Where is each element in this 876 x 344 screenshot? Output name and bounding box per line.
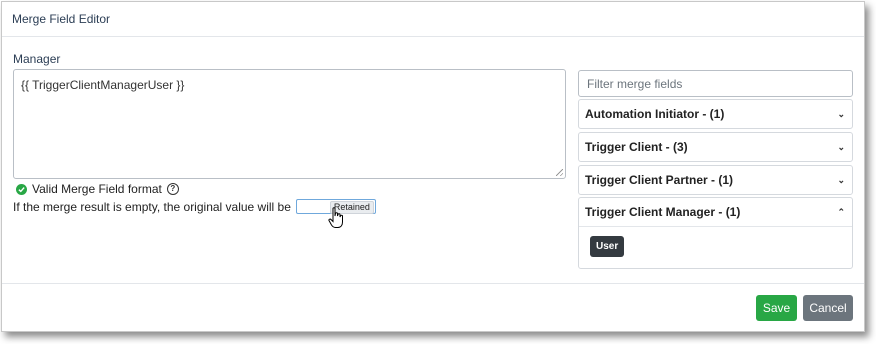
group-trigger-client-partner[interactable]: Trigger Client Partner - (1) ⌄ — [578, 165, 853, 195]
save-button[interactable]: Save — [756, 295, 797, 321]
validation-text: Valid Merge Field format — [32, 182, 162, 196]
validation-status: Valid Merge Field format ? — [16, 182, 179, 196]
cancel-button[interactable]: Cancel — [803, 295, 853, 321]
group-label: Trigger Client Partner - (1) — [585, 173, 734, 187]
field-label: Manager — [13, 52, 61, 66]
group-label: Trigger Client Manager - (1) — [585, 205, 741, 219]
group-label: Trigger Client - (3) — [585, 140, 688, 154]
group-automation-initiator[interactable]: Automation Initiator - (1) ⌄ — [578, 99, 853, 129]
dialog-header: Merge Field Editor — [2, 2, 864, 37]
filter-merge-fields-input[interactable] — [578, 70, 853, 97]
check-circle-icon — [16, 183, 27, 195]
group-trigger-client-manager[interactable]: Trigger Client Manager - (1) ⌃ User — [578, 197, 853, 269]
merge-field-editor-dialog: Merge Field Editor Manager {{ TriggerCli… — [1, 1, 865, 332]
empty-result-row: If the merge result is empty, the origin… — [13, 199, 376, 214]
chevron-down-icon: ⌄ — [837, 174, 845, 185]
group-header[interactable]: Trigger Client - (3) ⌄ — [579, 133, 852, 161]
dialog-footer — [2, 283, 864, 284]
editor-text: {{ TriggerClientManagerUser }} — [21, 78, 185, 92]
hand-cursor-icon — [328, 207, 343, 228]
group-header[interactable]: Automation Initiator - (1) ⌄ — [579, 100, 852, 128]
chevron-up-icon: ⌃ — [837, 206, 845, 217]
group-header[interactable]: Trigger Client Manager - (1) ⌃ — [579, 198, 852, 226]
dialog-title: Merge Field Editor — [12, 12, 111, 26]
group-trigger-client[interactable]: Trigger Client - (3) ⌄ — [578, 132, 853, 162]
resize-handle[interactable] — [556, 169, 563, 176]
help-icon[interactable]: ? — [166, 183, 179, 195]
empty-result-text: If the merge result is empty, the origin… — [13, 199, 291, 214]
group-header[interactable]: Trigger Client Partner - (1) ⌄ — [579, 166, 852, 194]
group-body: User — [579, 226, 852, 268]
chevron-down-icon: ⌄ — [837, 108, 845, 119]
group-label: Automation Initiator - (1) — [585, 107, 725, 121]
chevron-down-icon: ⌄ — [837, 141, 845, 152]
merge-field-editor[interactable]: {{ TriggerClientManagerUser }} — [13, 69, 566, 179]
merge-field-user-button[interactable]: User — [590, 236, 625, 257]
